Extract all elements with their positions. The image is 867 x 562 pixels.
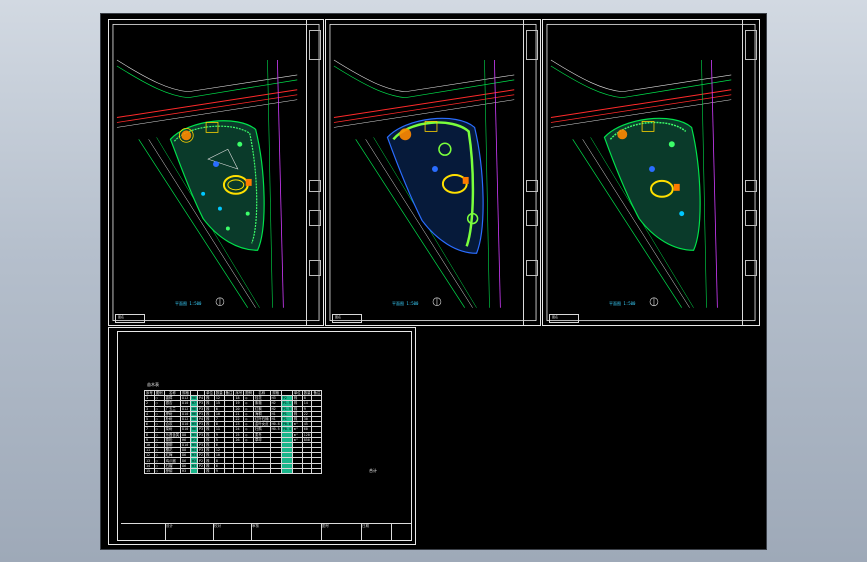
table-cell [301, 467, 313, 475]
site-plan-drawing [329, 23, 537, 322]
table-cell [223, 467, 235, 475]
table-header-cell: 单位 [291, 389, 303, 397]
plant-schedule-table: 序号 图例 名称 规格 单位 数量 备注 序号 图例 名称 规格 单位 数量 备注 1 ○ 香樟 D12 H6 P4… [144, 389, 323, 475]
table-cell: P1.5 [280, 400, 293, 407]
table-cell [196, 467, 206, 475]
table-cell: P1.5 [280, 405, 293, 412]
table-cell [280, 467, 293, 475]
table-caption: 苗木表 [147, 382, 159, 387]
stamp-block: 图名 [115, 314, 145, 323]
title-block-bar: 设计 校对 审核 图号 日期 [121, 523, 411, 540]
table-row: 15 ○ 棕榈 H3 株 9 [144, 467, 323, 475]
table-cell: H3 [180, 467, 191, 475]
bar-label-reviewer: 审核 [252, 524, 259, 528]
table-cell: 株 [204, 467, 215, 475]
table-cell [253, 467, 271, 475]
title-block-strip [523, 20, 540, 325]
plant-schedule-sheet[interactable]: 苗木表 序号 图例 名称 规格 单位 数量 备注 序号 图例 名称 规格 单位 数量 备注 1 ○ 香樟 D12… [108, 327, 416, 545]
title-block-strip [742, 20, 759, 325]
table-cell [291, 467, 303, 475]
table-cell [233, 467, 245, 475]
table-cell [311, 467, 323, 475]
table-cell: ○ [153, 467, 165, 475]
bar-label-date: 日期 [362, 524, 369, 528]
scale-label: 平面图 1:500 [609, 301, 636, 306]
table-header-cell: 序号 [144, 389, 155, 397]
bar-label-drawing-no: 图号 [322, 524, 329, 528]
table-header-cell: 数量 [213, 389, 225, 397]
table-cell: 乐昌含笑 [163, 431, 182, 438]
scale-label: 平面图 1:500 [175, 301, 202, 306]
table-cell: H0.5 [269, 426, 282, 433]
table-cell: H0.8 [269, 421, 282, 428]
site-plan-drawing [546, 23, 756, 322]
stamp-block: 图名 [332, 314, 362, 323]
table-cell [269, 467, 282, 475]
table-header-cell: 单位 [204, 389, 215, 397]
table-cell: 15 [144, 467, 155, 475]
table-cell: 9 [213, 467, 225, 475]
plan-sheet-1[interactable]: 平面图 1:500 图名 [108, 19, 324, 326]
plan-sheet-3[interactable]: 平面图 1:500 图名 [542, 19, 760, 326]
table-cell [243, 467, 254, 475]
bar-label-designer: 设计 [166, 524, 173, 528]
stamp-block: 图名 [549, 314, 579, 323]
table-cell: 棕榈 [163, 467, 182, 475]
scale-label: 平面图 1:500 [392, 301, 419, 306]
table-cell [189, 467, 199, 475]
plan-sheet-2[interactable]: 平面图 1:500 图名 [325, 19, 541, 326]
total-label: 合计 [369, 468, 377, 473]
title-block-strip [306, 20, 323, 325]
table-cell: 红叶石楠 [253, 415, 271, 423]
bar-label-checker: 校对 [214, 524, 221, 528]
cad-viewport[interactable]: 平面图 1:500 图名 平面图 1:500 图名 平面图 1:500 图名 苗… [100, 13, 767, 550]
table-header-cell: 规格 [180, 389, 191, 397]
table-cell: P0.6 [280, 421, 293, 428]
site-plan-drawing [112, 23, 320, 322]
table-header-cell: 图例 [153, 389, 165, 397]
table-cell: P0.4 [280, 426, 293, 433]
